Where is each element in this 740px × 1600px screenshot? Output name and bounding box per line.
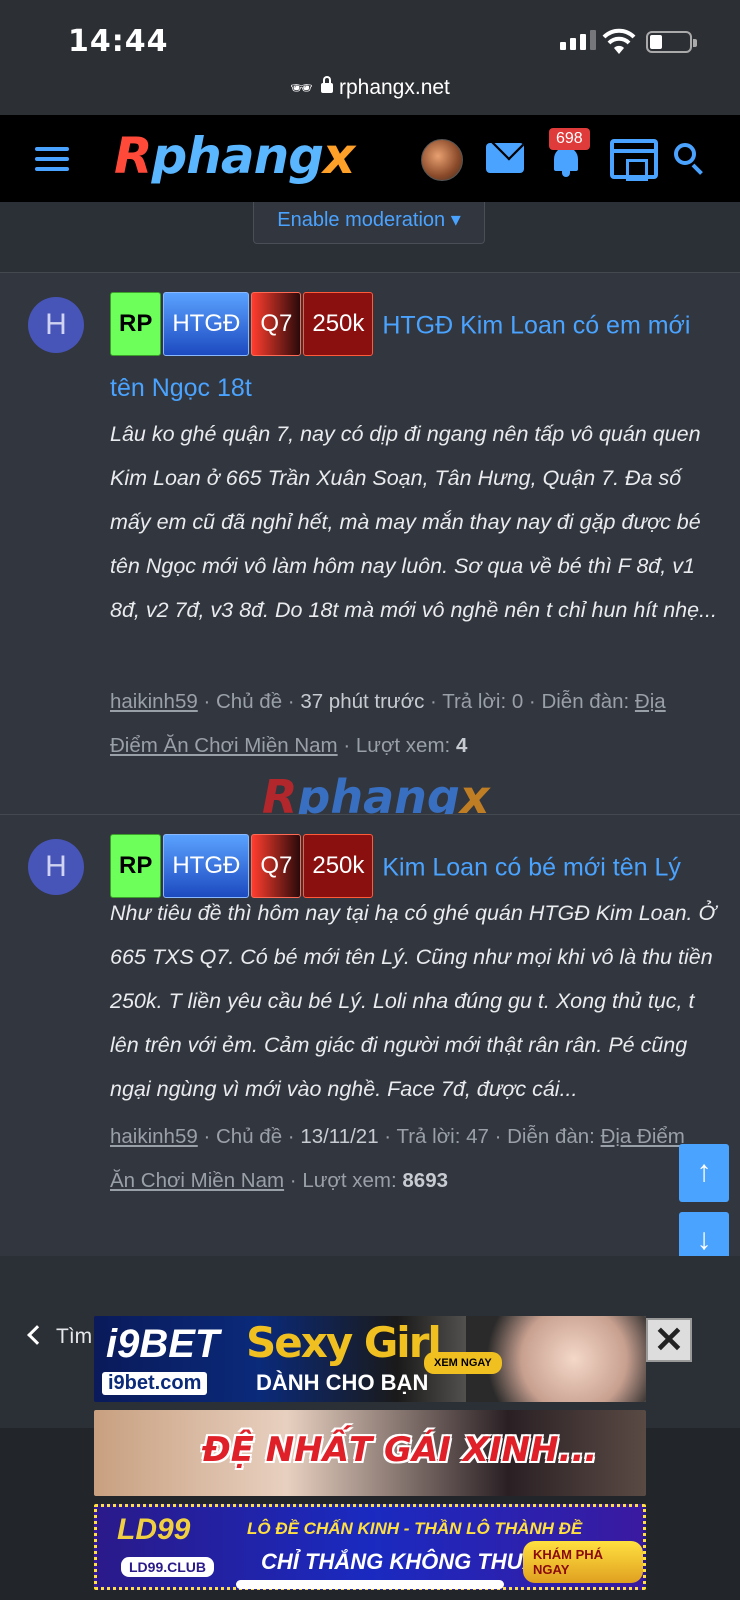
thread-meta: haikinh59 · Chủ đề · 37 phút trước · Trả… [110, 690, 666, 757]
scroll-up-button[interactable]: ↑ [679, 1144, 729, 1202]
signal-icon [560, 30, 596, 50]
notification-badge: 698 [549, 128, 590, 150]
thread-meta: haikinh59 · Chủ đề · 13/11/21 · Trả lời:… [110, 1125, 685, 1192]
address-bar[interactable]: 🕶 rphangx.net [0, 76, 740, 100]
lock-icon [320, 76, 333, 93]
thread-item: H RP HTGĐ Q7 250k HTGĐ Kim Loan có em mới t… [0, 272, 740, 814]
ad-headline: LÔ ĐỀ CHẤN KINH - THẦN LÔ THÀNH ĐỀ [247, 1519, 583, 1538]
prefix-tag[interactable]: HTGĐ [163, 292, 250, 356]
clock: 14:44 [68, 24, 169, 59]
thread-excerpt: Lâu ko ghé quận 7, nay có dịp đi ngang n… [110, 422, 718, 622]
ad-headline: ĐỆ NHẤT GÁI XINH... [202, 1430, 598, 1470]
back-link[interactable]: Tìm [27, 1325, 92, 1349]
thread-time: 13/11/21 [300, 1125, 379, 1148]
thread-avatar[interactable]: H [28, 297, 84, 353]
chevron-left-icon [27, 1325, 47, 1345]
ad-subtitle: DÀNH CHO BẠN [256, 1370, 429, 1395]
ad-brand: LD99 [117, 1513, 191, 1546]
home-indicator[interactable] [236, 1580, 504, 1589]
close-ad-button[interactable]: ✕ [646, 1318, 692, 1362]
ad-site: i9bet.com [102, 1372, 208, 1395]
ad-banner[interactable]: ĐỆ NHẤT GÁI XINH... [94, 1410, 646, 1496]
battery-icon [646, 31, 697, 53]
user-avatar[interactable] [421, 139, 463, 181]
status-bar: 14:44 🕶 rphangx.net [0, 0, 740, 115]
thread-excerpt: Như tiêu đề thì hôm nay tại hạ có ghé qu… [110, 901, 716, 1101]
thread-item: H RP HTGĐ Q7 250k Kim Loan có bé mới tên Lý… [0, 814, 740, 1256]
prefix-tag[interactable]: RP [110, 834, 162, 898]
prefix-tag[interactable]: 250k [303, 834, 374, 898]
url-text: rphangx.net [338, 76, 450, 99]
ad-banner[interactable]: i9BET i9bet.com Sexy Girl DÀNH CHO BẠN X… [94, 1316, 646, 1402]
ad-brand: i9BET [106, 1322, 220, 1366]
store-icon[interactable] [610, 139, 658, 181]
prefix-tag[interactable]: Q7 [251, 834, 302, 898]
enable-moderation-button[interactable]: Enable moderation ▾ [253, 202, 485, 244]
moderation-bar: Enable moderation ▾ [0, 202, 740, 272]
thread-time: 37 phút trước [300, 690, 425, 713]
menu-icon[interactable] [35, 147, 69, 171]
prefix-tag[interactable]: 250k [303, 292, 374, 356]
ad-banner[interactable]: LD99 LD99.CLUB LÔ ĐỀ CHẤN KINH - THẦN LÔ… [94, 1504, 646, 1590]
ad-subtitle: CHỈ THẮNG KHÔNG THUA [261, 1549, 539, 1574]
incognito-icon: 🕶 [290, 78, 313, 98]
prefix-tag[interactable]: Q7 [251, 292, 302, 356]
ad-cta-button[interactable]: XEM NGAY [424, 1352, 502, 1374]
mail-icon[interactable] [486, 143, 524, 173]
ad-cta-button[interactable]: KHÁM PHÁ NGAY [523, 1541, 643, 1583]
bell-icon[interactable] [551, 147, 581, 177]
ad-site: LD99.CLUB [121, 1557, 215, 1577]
thread-title-link[interactable]: Kim Loan có bé mới tên Lý [382, 854, 681, 882]
site-header: Rphangx [0, 115, 740, 202]
thread-title[interactable]: RP HTGĐ Q7 250k HTGĐ Kim Loan có em mới tên… [110, 292, 710, 417]
author-link[interactable]: haikinh59 [110, 690, 198, 713]
site-logo[interactable]: Rphangx [114, 127, 355, 185]
ad-headline: Sexy Girl [246, 1318, 442, 1367]
prefix-tag[interactable]: RP [110, 292, 162, 356]
author-link[interactable]: haikinh59 [110, 1125, 198, 1148]
view-count: 8693 [402, 1169, 449, 1192]
wifi-icon [602, 28, 636, 54]
prefix-tag[interactable]: HTGĐ [163, 834, 250, 898]
view-count: 4 [455, 734, 468, 757]
search-icon[interactable] [674, 143, 706, 175]
thread-avatar[interactable]: H [28, 839, 84, 895]
